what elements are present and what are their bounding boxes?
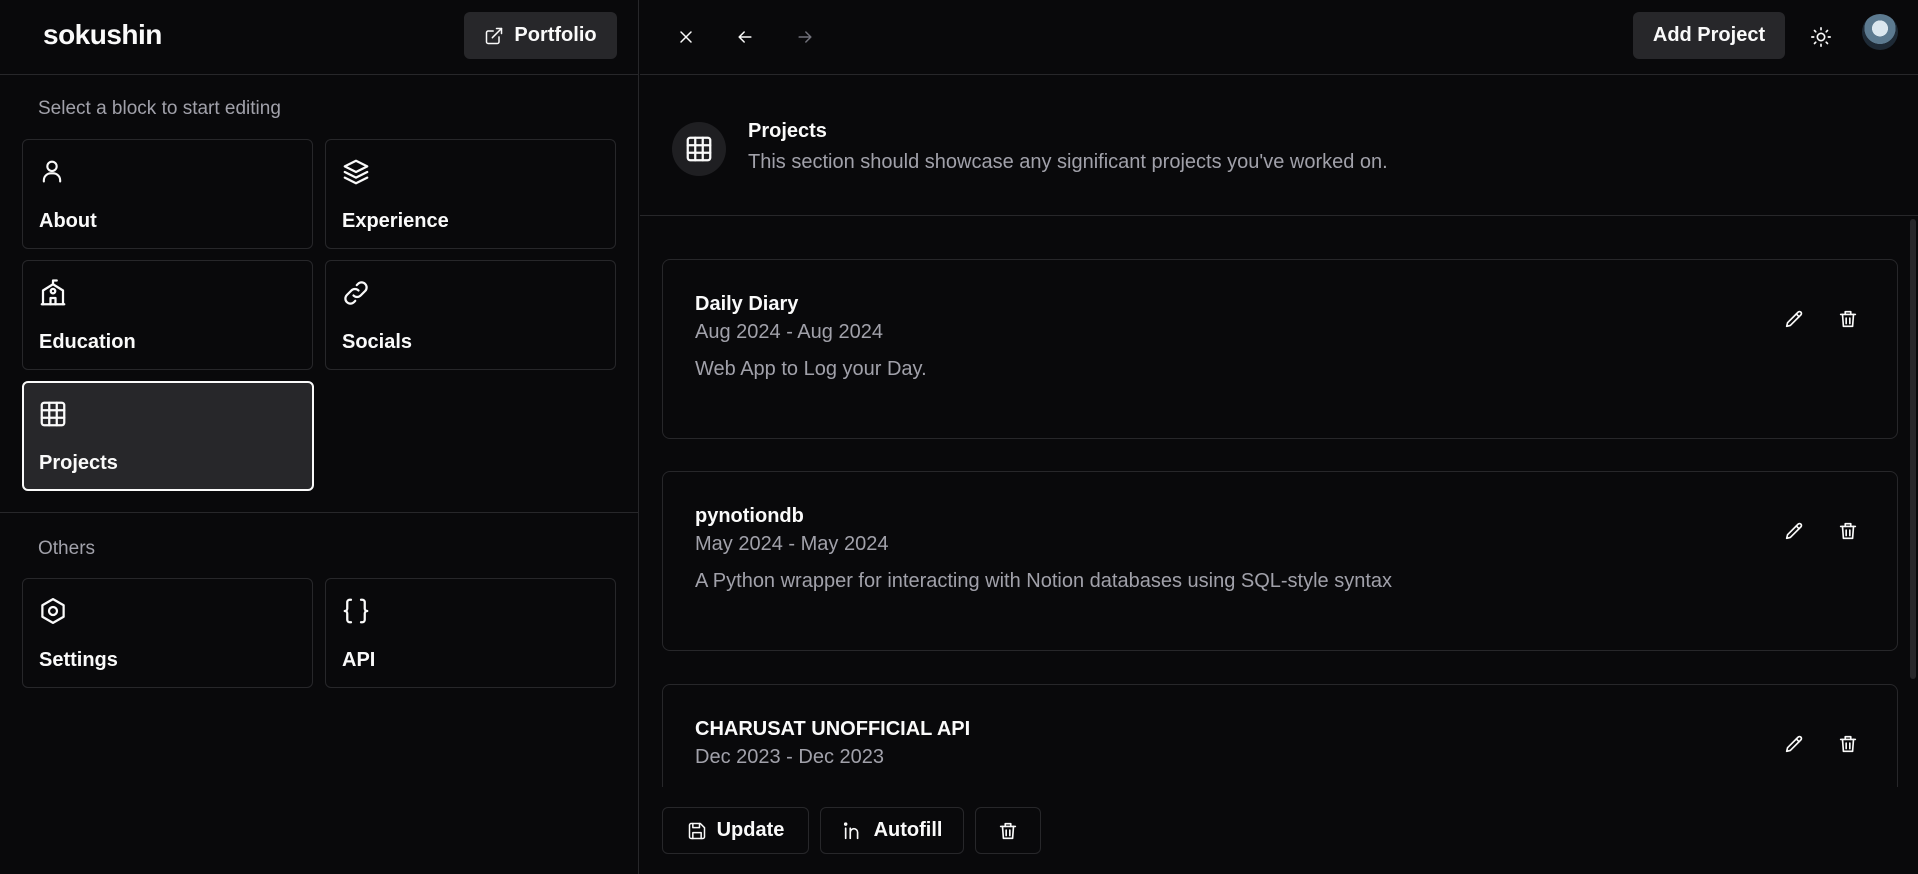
pencil-icon bbox=[1785, 310, 1803, 328]
others-section-label: Others bbox=[38, 538, 96, 559]
school-icon bbox=[40, 279, 66, 306]
block-label: Settings bbox=[39, 649, 118, 671]
link-icon bbox=[344, 281, 368, 305]
project-dates: May 2024 - May 2024 bbox=[695, 533, 889, 555]
block-label: Experience bbox=[342, 210, 449, 232]
layers-icon bbox=[343, 159, 369, 185]
scrollbar-thumb[interactable] bbox=[1910, 219, 1916, 679]
block-label: Projects bbox=[39, 452, 118, 474]
brand-logo: sokushin bbox=[43, 19, 162, 50]
block-projects[interactable]: Projects bbox=[22, 381, 314, 491]
action-bar: Update Autofill bbox=[640, 787, 1918, 874]
forward-button[interactable] bbox=[790, 22, 820, 52]
update-button-label: Update bbox=[716, 819, 785, 841]
user-avatar[interactable] bbox=[1862, 14, 1898, 50]
section-title: Projects bbox=[748, 120, 827, 142]
section-description: This section should showcase any signifi… bbox=[748, 151, 1388, 173]
trash-icon bbox=[999, 822, 1017, 839]
trash-icon bbox=[1839, 735, 1857, 753]
theme-toggle-button[interactable] bbox=[1805, 21, 1837, 53]
back-button[interactable] bbox=[730, 22, 760, 52]
section-info: Projects This section should showcase an… bbox=[640, 76, 1918, 216]
project-card: pynotiondb May 2024 - May 2024 A Python … bbox=[662, 471, 1898, 651]
grid-icon bbox=[40, 401, 66, 427]
sidebar-divider bbox=[0, 512, 639, 513]
arrow-left-icon bbox=[738, 31, 752, 43]
projects-list[interactable]: Daily Diary Aug 2024 - Aug 2024 Web App … bbox=[640, 217, 1918, 787]
braces-icon bbox=[343, 598, 369, 624]
autofill-button[interactable]: Autofill bbox=[820, 807, 964, 854]
pencil-icon bbox=[1785, 735, 1803, 753]
close-icon bbox=[680, 31, 692, 43]
editor-main: Add Project Projects This section should… bbox=[640, 0, 1918, 874]
block-api[interactable]: API bbox=[325, 578, 616, 688]
autofill-button-label: Autofill bbox=[873, 819, 943, 841]
trash-icon bbox=[1839, 522, 1857, 540]
section-icon-badge bbox=[672, 122, 726, 176]
block-label: About bbox=[39, 210, 97, 232]
linkedin-icon bbox=[843, 821, 858, 839]
project-description: Web App to Log your Day. bbox=[695, 358, 927, 380]
block-socials[interactable]: Socials bbox=[325, 260, 616, 370]
project-name: Daily Diary bbox=[695, 293, 799, 315]
block-education[interactable]: Education bbox=[22, 260, 313, 370]
block-experience[interactable]: Experience bbox=[325, 139, 616, 249]
delete-project-button[interactable] bbox=[1834, 730, 1862, 758]
edit-project-button[interactable] bbox=[1780, 305, 1808, 333]
main-header: Add Project bbox=[640, 0, 1918, 75]
edit-project-button[interactable] bbox=[1780, 730, 1808, 758]
hexagon-icon bbox=[41, 598, 65, 624]
save-icon bbox=[688, 822, 705, 839]
delete-all-button[interactable] bbox=[975, 807, 1041, 854]
close-button[interactable] bbox=[671, 22, 701, 52]
arrow-right-icon bbox=[798, 31, 812, 43]
delete-project-button[interactable] bbox=[1834, 305, 1862, 333]
trash-icon bbox=[1839, 310, 1857, 328]
block-about[interactable]: About bbox=[22, 139, 313, 249]
project-card: CHARUSAT UNOFFICIAL API Dec 2023 - Dec 2… bbox=[662, 684, 1898, 787]
portfolio-button-label: Portfolio bbox=[514, 24, 597, 46]
add-project-button[interactable]: Add Project bbox=[1633, 12, 1785, 59]
project-description: A Python wrapper for interacting with No… bbox=[695, 570, 1393, 592]
block-label: Socials bbox=[342, 331, 413, 353]
blocks-section-label: Select a block to start editing bbox=[38, 98, 281, 119]
edit-project-button[interactable] bbox=[1780, 517, 1808, 545]
block-label: API bbox=[342, 649, 376, 671]
user-icon bbox=[42, 160, 62, 183]
grid-icon bbox=[686, 136, 712, 162]
block-settings[interactable]: Settings bbox=[22, 578, 313, 688]
sidebar-header: sokushin Portfolio bbox=[0, 0, 638, 75]
sun-icon bbox=[1811, 27, 1831, 47]
project-name: pynotiondb bbox=[695, 505, 804, 527]
project-dates: Aug 2024 - Aug 2024 bbox=[695, 321, 883, 343]
update-button[interactable]: Update bbox=[662, 807, 809, 854]
project-card: Daily Diary Aug 2024 - Aug 2024 Web App … bbox=[662, 259, 1898, 439]
portfolio-button[interactable]: Portfolio bbox=[464, 12, 617, 59]
pencil-icon bbox=[1785, 522, 1803, 540]
external-link-icon bbox=[486, 27, 503, 44]
editor-sidebar: sokushin Portfolio Select a block to sta… bbox=[0, 0, 639, 874]
project-dates: Dec 2023 - Dec 2023 bbox=[695, 746, 885, 768]
delete-project-button[interactable] bbox=[1834, 517, 1862, 545]
project-name: CHARUSAT UNOFFICIAL API bbox=[695, 718, 971, 740]
block-label: Education bbox=[39, 331, 136, 353]
